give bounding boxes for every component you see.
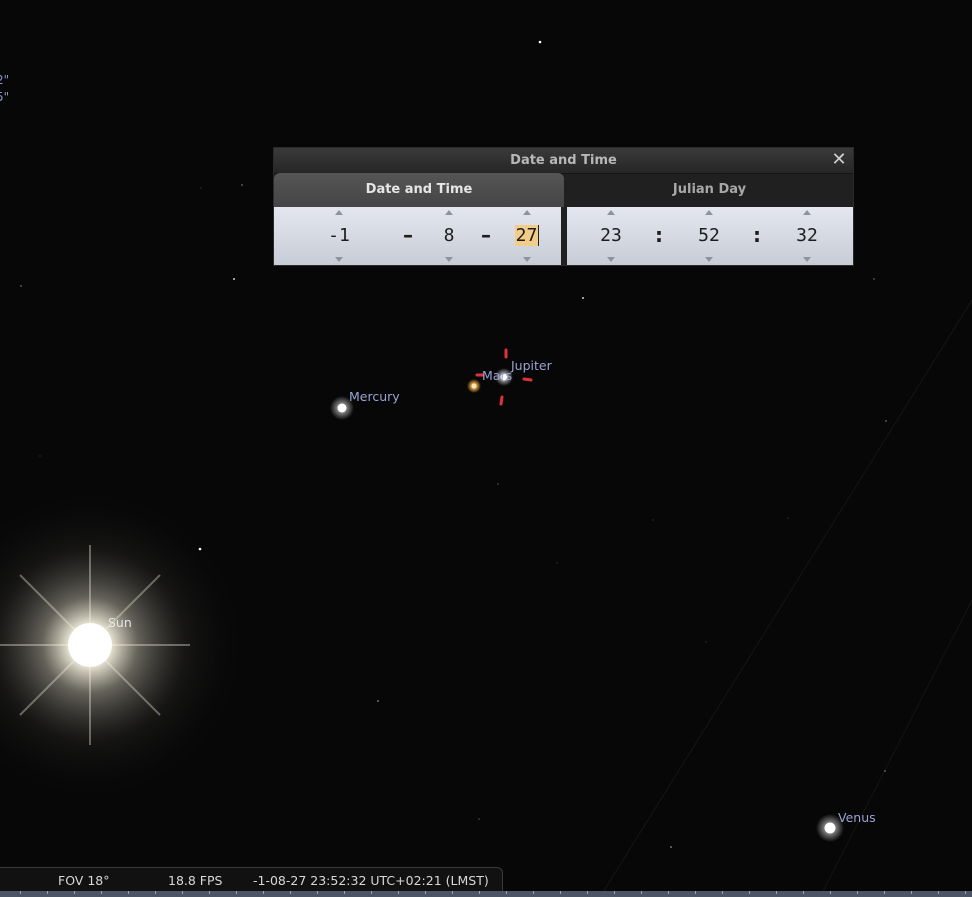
- year-down-arrow-icon[interactable]: [335, 257, 343, 262]
- toolbar-tick: [911, 891, 912, 894]
- venus-label: Venus: [838, 810, 876, 825]
- toolbar-tick: [506, 891, 507, 894]
- day-value-field[interactable]: 27: [507, 225, 547, 246]
- mars-label: Mars: [482, 368, 513, 383]
- toolbar-tick: [965, 891, 966, 894]
- toolbar-tick: [74, 891, 75, 894]
- minute-value[interactable]: 52: [689, 225, 729, 246]
- datetime-readout: -1-08-27 23:52:32 UTC+02:21 (LMST): [253, 873, 489, 888]
- tab-date-and-time[interactable]: Date and Time: [274, 173, 564, 207]
- toolbar-tick: [857, 891, 858, 894]
- date-separator: –: [481, 223, 491, 247]
- year-up-arrow-icon[interactable]: [335, 210, 343, 215]
- toolbar-tick: [101, 891, 102, 894]
- status-bar: FOV 18° 18.8 FPS -1-08-27 23:52:32 UTC+0…: [0, 867, 503, 892]
- toolbar-tick: [587, 891, 588, 894]
- toolbar-tick: [209, 891, 210, 894]
- info-line: 2": [0, 73, 10, 87]
- day-down-arrow-icon[interactable]: [523, 257, 531, 262]
- year-spinbox[interactable]: -1: [319, 207, 359, 265]
- time-separator: :: [655, 223, 663, 247]
- toolbar-tick: [668, 891, 669, 894]
- toolbar-tick: [938, 891, 939, 894]
- toolbar-tick: [155, 891, 156, 894]
- toolbar-tick: [398, 891, 399, 894]
- month-down-arrow-icon[interactable]: [445, 257, 453, 262]
- hour-spinbox[interactable]: 23: [591, 207, 631, 265]
- info-line: 5": [0, 90, 10, 104]
- toolbar-tick: [533, 891, 534, 894]
- hour-down-arrow-icon[interactable]: [607, 257, 615, 262]
- toolbar-tick: [182, 891, 183, 894]
- date-time-dialog: Date and Time ✕ Date and Time Julian Day…: [274, 148, 853, 265]
- second-value[interactable]: 32: [787, 225, 827, 246]
- dialog-tabs: Date and Time Julian Day: [274, 173, 853, 207]
- toolbar-tick: [317, 891, 318, 894]
- toolbar-tick: [47, 891, 48, 894]
- month-up-arrow-icon[interactable]: [445, 210, 453, 215]
- fps-readout: 18.8 FPS: [168, 873, 223, 888]
- hour-up-arrow-icon[interactable]: [607, 210, 615, 215]
- toolbar-tick: [236, 891, 237, 894]
- month-value[interactable]: 8: [429, 225, 469, 246]
- date-panel: -1 – 8 – 27: [274, 207, 561, 265]
- toolbar-tick: [884, 891, 885, 894]
- fov-readout: FOV 18°: [58, 873, 110, 888]
- day-spinbox[interactable]: 27: [507, 207, 547, 265]
- tab-julian-day[interactable]: Julian Day: [566, 173, 853, 207]
- minute-down-arrow-icon[interactable]: [705, 257, 713, 262]
- toolbar-tick: [344, 891, 345, 894]
- toolbar-tick: [290, 891, 291, 894]
- second-down-arrow-icon[interactable]: [803, 257, 811, 262]
- second-up-arrow-icon[interactable]: [803, 210, 811, 215]
- time-separator: :: [753, 223, 761, 247]
- object-info-text: 2" 5": [0, 72, 9, 106]
- sky-view[interactable]: [0, 0, 972, 897]
- jupiter-label: Jupiter: [511, 358, 552, 373]
- minute-up-arrow-icon[interactable]: [705, 210, 713, 215]
- minute-spinbox[interactable]: 52: [689, 207, 729, 265]
- toolbar-tick: [425, 891, 426, 894]
- month-spinbox[interactable]: 8: [429, 207, 469, 265]
- hour-value[interactable]: 23: [591, 225, 631, 246]
- toolbar-tick: [479, 891, 480, 894]
- mercury-label: Mercury: [349, 389, 400, 404]
- toolbar-tick: [371, 891, 372, 894]
- mars-object: [467, 379, 481, 393]
- toolbar-tick: [452, 891, 453, 894]
- toolbar-tick: [560, 891, 561, 894]
- dialog-title[interactable]: Date and Time: [274, 148, 853, 174]
- close-icon[interactable]: ✕: [829, 150, 849, 170]
- toolbar-tick: [830, 891, 831, 894]
- toolbar-tick: [614, 891, 615, 894]
- toolbar-tick: [722, 891, 723, 894]
- toolbar-tick: [263, 891, 264, 894]
- toolbar-tick: [776, 891, 777, 894]
- toolbar-strip[interactable]: [0, 891, 972, 897]
- day-up-arrow-icon[interactable]: [523, 210, 531, 215]
- toolbar-tick: [803, 891, 804, 894]
- year-value[interactable]: -1: [319, 225, 359, 246]
- sun-label: Sun: [108, 615, 132, 630]
- day-value[interactable]: 27: [514, 225, 540, 246]
- toolbar-tick: [749, 891, 750, 894]
- toolbar-tick: [641, 891, 642, 894]
- toolbar-tick: [695, 891, 696, 894]
- date-separator: –: [403, 223, 413, 247]
- time-panel: 23 : 52 : 32: [567, 207, 853, 265]
- toolbar-tick: [20, 891, 21, 894]
- toolbar-tick: [128, 891, 129, 894]
- second-spinbox[interactable]: 32: [787, 207, 827, 265]
